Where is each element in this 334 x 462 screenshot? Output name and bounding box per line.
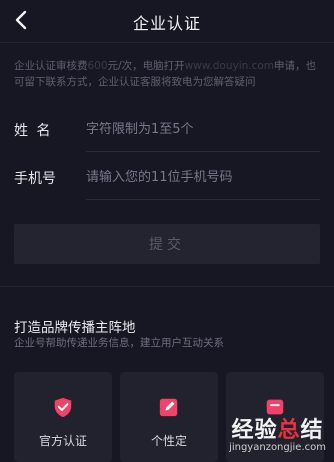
card-icon (266, 399, 284, 415)
submit-button[interactable]: 提交 (14, 224, 320, 264)
phone-label: 手机号 (14, 171, 56, 187)
feature-card-official[interactable]: 官方认证 (14, 372, 112, 462)
website-link[interactable]: www.douyin.com (185, 60, 274, 72)
feature-card-custom[interactable]: 个性定 (120, 372, 218, 462)
top-bar: 企业认证 (0, 0, 334, 43)
section-title: 打造品牌传播主阵地 (14, 320, 136, 336)
edit-card-icon (159, 398, 178, 417)
feature-card-label: 官方认证 (38, 434, 87, 448)
name-label: 姓 名 (14, 123, 53, 139)
name-input[interactable] (86, 112, 316, 146)
name-field: 姓 名 (14, 108, 320, 152)
phone-underline (86, 199, 320, 200)
section-divider (0, 286, 334, 287)
feature-card-third[interactable] (226, 372, 324, 462)
feature-cards: 官方认证 个性定 (14, 372, 334, 462)
feature-card-label: 个性定 (150, 434, 187, 448)
section-subtitle: 企业号帮助传递业务信息，建立用户互动关系 (14, 337, 224, 349)
fee-notice: 企业认证审核费600元/次，电脑打开www.douyin.com申请，也可留下联… (14, 60, 317, 88)
phone-input[interactable] (86, 160, 316, 194)
shield-check-icon (54, 397, 72, 418)
page-title: 企业认证 (132, 14, 201, 33)
phone-field: 手机号 (14, 156, 320, 200)
name-underline (86, 151, 320, 152)
